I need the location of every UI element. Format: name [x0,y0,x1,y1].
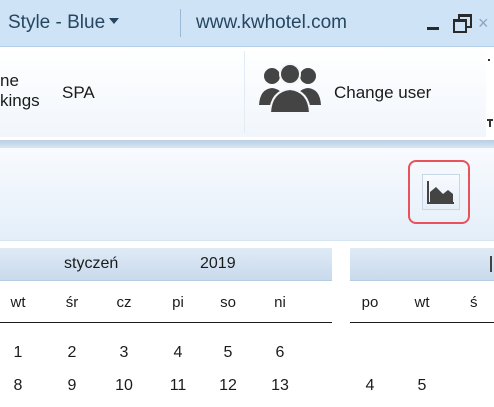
calendar-day[interactable]: 4 [352,377,388,395]
ribbon-scroll-bottom-tail [489,121,491,127]
title-bar: Style - Blue www.kwhotel.com × [0,0,494,47]
weekday-label: wt [414,294,430,311]
week-row: 8 9 10 11 12 13 4 5 [0,377,494,401]
area-chart-icon [427,181,454,204]
weekday-divider-right [350,322,494,323]
chart-button-face [422,174,460,210]
users-group-icon[interactable] [258,61,322,115]
close-button[interactable]: × [478,12,494,34]
calendar-day[interactable]: 6 [262,344,298,362]
weekday-label: śr [65,294,79,311]
style-dropdown-label: Style - Blue [8,12,106,33]
weekday-label: ś [470,294,478,311]
statistics-chart-button[interactable] [408,160,470,224]
week-row: 1 2 3 4 5 6 [0,344,494,368]
ribbon-scroll-top-mark [488,59,490,61]
ribbon-item-bookings[interactable]: ne kings [0,71,40,111]
calendar-header-left: styczeń 2019 [0,248,332,281]
weekday-label: pi [172,294,184,311]
calendar-day[interactable]: 5 [210,344,246,362]
weekday-label: so [220,294,236,311]
calendar-day[interactable]: 5 [404,377,440,395]
weekday-label: cz [116,294,132,311]
year-label[interactable]: 2019 [200,255,236,273]
ribbon-panel: ne kings SPA Change user [0,47,486,137]
ribbon-scroll-arrow-icon[interactable] [487,57,494,137]
restore-front-icon [453,19,467,33]
restore-button[interactable] [452,12,472,34]
weekday-label: ni [274,294,286,311]
calendar-day[interactable]: 10 [106,377,142,395]
calendar-header-right [350,248,494,281]
style-dropdown[interactable]: Style - Blue [8,10,120,36]
ribbon-separator [244,51,245,133]
calendar-day[interactable]: 3 [106,344,142,362]
weekday-divider-left [0,322,332,323]
calendar-day[interactable]: 11 [160,377,196,395]
calendar-day[interactable]: 9 [54,377,90,395]
bookings-label-line2: kings [0,91,40,110]
chevron-down-icon [109,18,120,25]
weekday-label: wt [10,294,26,311]
ribbon-item-spa[interactable]: SPA [62,83,95,103]
month-label[interactable]: styczeń [64,255,118,273]
toolbar-strip [0,148,494,241]
calendar-header-right-partial-text [490,256,492,272]
weekday-row: wt śr cz pi so ni po wt ś [0,294,494,318]
change-user-button[interactable]: Change user [334,83,431,103]
bookings-label-line1: ne [0,71,19,90]
website-link[interactable]: www.kwhotel.com [196,10,347,36]
calendar-day[interactable]: 2 [54,344,90,362]
calendar-day[interactable]: 12 [210,377,246,395]
ribbon-bottom-border [0,140,494,148]
calendar-day[interactable]: 1 [0,344,36,362]
calendar-day[interactable]: 13 [262,377,298,395]
minimize-button[interactable] [424,12,444,34]
title-separator [180,9,181,37]
ribbon: ne kings SPA Change user [0,47,494,139]
calendar-day[interactable]: 4 [160,344,196,362]
calendar-day[interactable]: 8 [0,377,36,395]
weekday-label: po [361,294,379,311]
